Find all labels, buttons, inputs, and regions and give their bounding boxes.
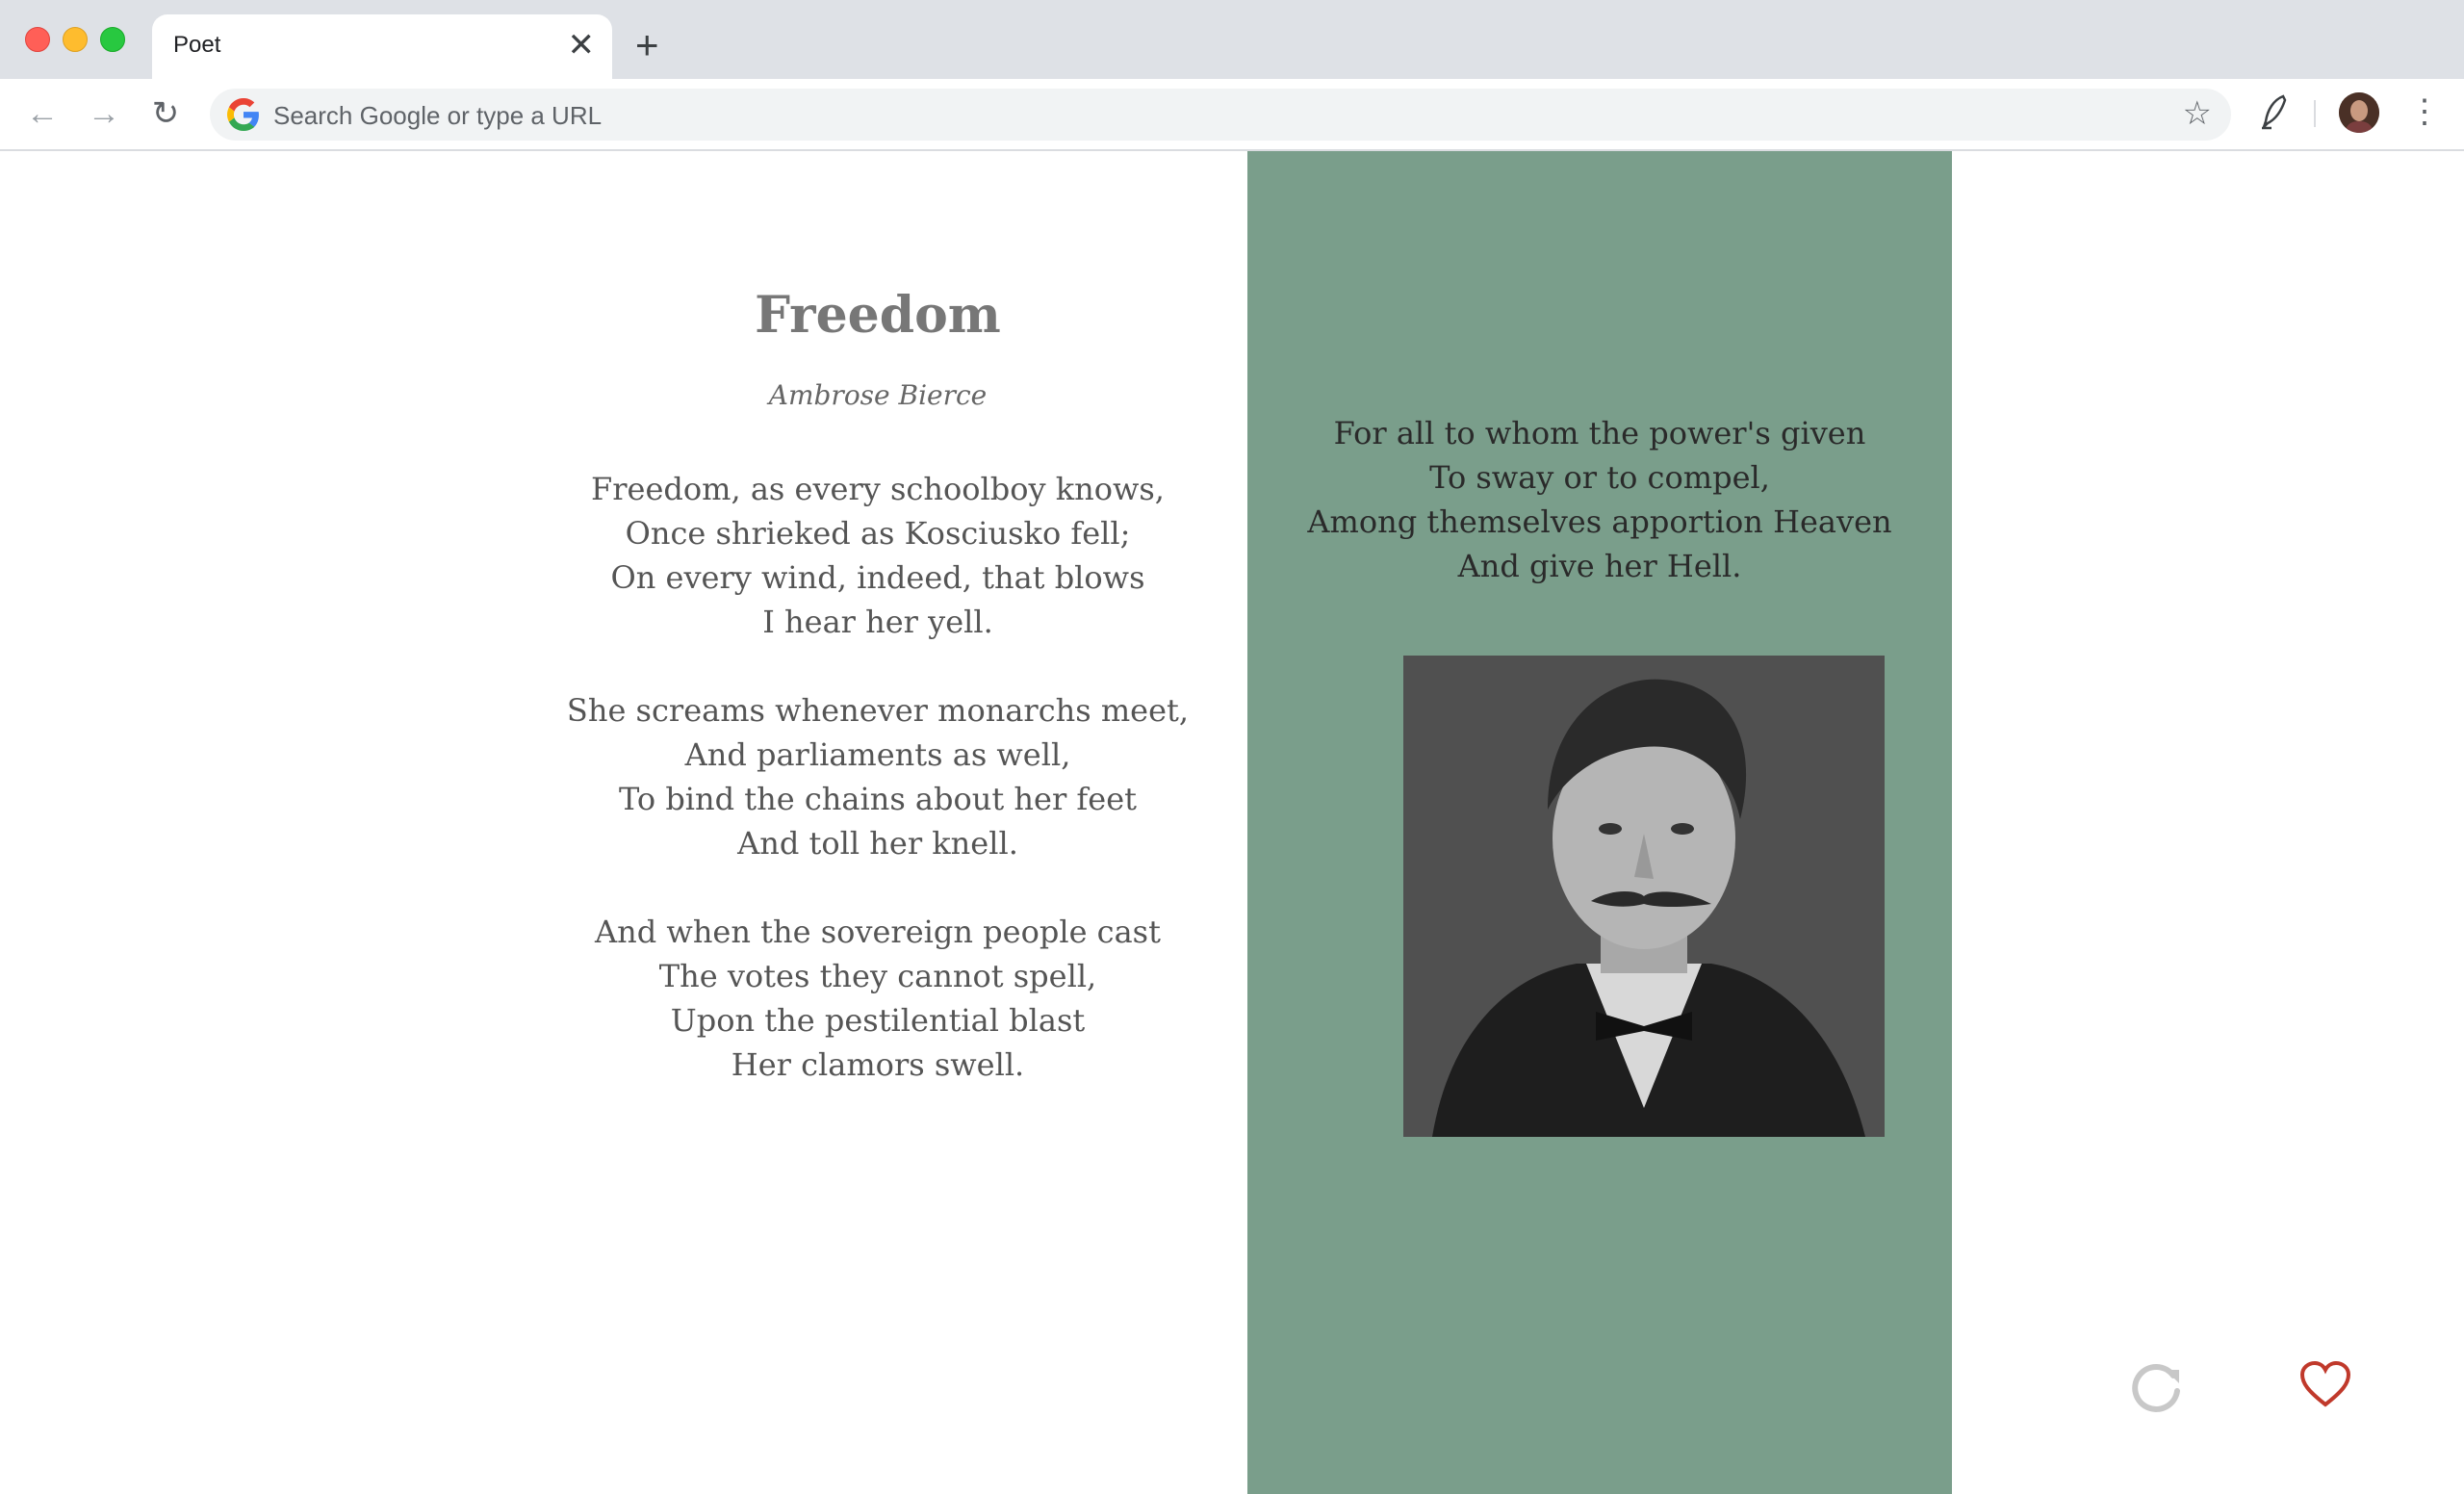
window-close-button[interactable] [25,27,50,52]
poem-author: Ambrose Bierce [768,379,988,411]
stanza-3: And when the sovereign people cast The v… [493,910,1263,1087]
browser-toolbar: ← → ↻ Search Google or type a URL ☆ [0,79,2464,151]
menu-dots-icon[interactable]: ⋮ [2408,92,2441,135]
poem-line: Freedom, as every schoolboy knows, [591,471,1165,507]
poem-line: She screams whenever monarchs meet, [566,692,1190,729]
window-minimize-button[interactable] [63,27,88,52]
poem-line: And parliaments as well, [684,736,1071,773]
omnibox[interactable]: Search Google or type a URL ☆ [210,89,2231,141]
poem-line: To bind the chains about her feet [619,781,1137,817]
poem-title: Freedom [755,286,1001,345]
stanza-1: Freedom, as every schoolboy knows, Once … [493,467,1263,644]
forward-arrow-icon[interactable]: → [83,92,125,135]
profile-avatar[interactable] [2339,92,2379,133]
star-icon[interactable]: ☆ [2183,94,2212,133]
poem-line: And toll her knell. [737,825,1018,862]
quill-extension-icon[interactable] [2254,92,2293,131]
poem: Freedom Ambrose Bierce Freedom, as every… [493,286,1263,1087]
tab-close-icon[interactable]: ✕ [568,26,596,64]
author-portrait [1403,656,1885,1137]
quote-line: To sway or to compel, [1429,459,1770,496]
poem-line: And when the sovereign people cast [595,914,1161,950]
reload-icon[interactable]: ↻ [144,92,187,135]
active-tab[interactable]: Poet ✕ [152,14,612,79]
stanza-2: She screams whenever monarchs meet, And … [493,688,1263,865]
page-content: Freedom Ambrose Bierce Freedom, as every… [0,151,2464,1494]
poem-line: Once shrieked as Kosciusko fell; [625,515,1131,552]
quote-line: Among themselves apportion Heaven [1307,503,1892,540]
poem-line: On every wind, indeed, that blows [610,559,1145,596]
back-arrow-icon[interactable]: ← [21,92,64,135]
quote-line: And give her Hell. [1457,548,1742,584]
poem-line: The votes they cannot spell, [658,958,1097,994]
window-maximize-button[interactable] [100,27,125,52]
new-tab-button[interactable]: + [635,23,659,67]
google-icon [227,98,259,131]
toolbar-divider [2314,100,2316,127]
tab-title: Poet [173,32,221,58]
poem-line: Her clamors swell. [731,1046,1025,1083]
tab-strip: Poet ✕ + [0,0,2464,79]
poem-line: Upon the pestilential blast [670,1002,1086,1039]
omnibox-placeholder: Search Google or type a URL [273,101,603,130]
side-panel: For all to whom the power's given To swa… [1247,151,1952,1494]
side-quote: For all to whom the power's given To swa… [1247,411,1952,588]
poem-line: I hear her yell. [762,604,993,640]
heart-icon[interactable] [2298,1358,2352,1412]
quote-line: For all to whom the power's given [1333,415,1866,451]
refresh-poem-icon[interactable] [2127,1358,2187,1418]
